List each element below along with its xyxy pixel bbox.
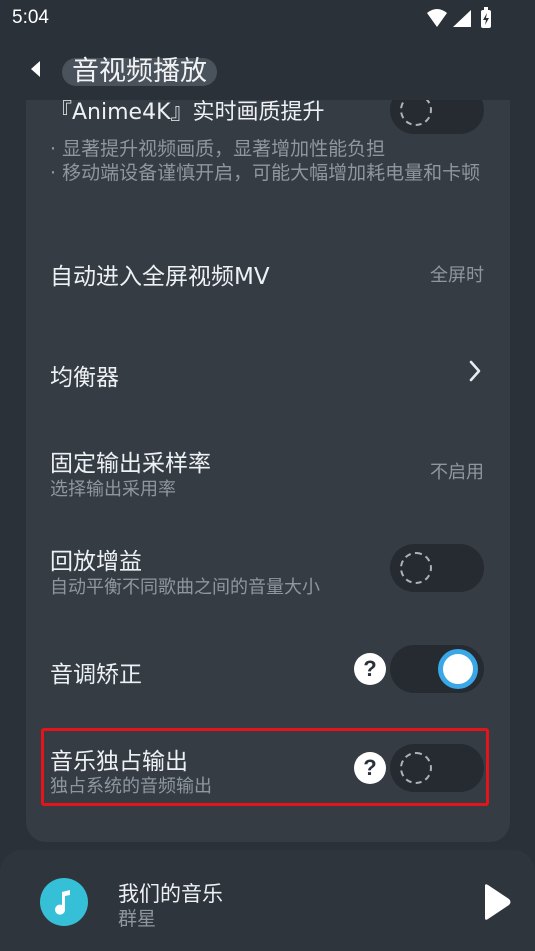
setting-anime4k-title: 『Anime4K』实时画质提升 bbox=[50, 100, 325, 125]
setting-fullscreen-mv[interactable]: 自动进入全屏视频MV 全屏时 bbox=[26, 224, 510, 318]
exclusive-output-help-icon[interactable]: ? bbox=[354, 752, 386, 784]
toggle-knob bbox=[438, 649, 478, 689]
toggle-knob bbox=[400, 752, 432, 784]
status-bar: 5:04 bbox=[0, 0, 535, 38]
pitch-correction-toggle[interactable] bbox=[390, 645, 484, 693]
setting-fullscreen-mv-value: 全屏时 bbox=[430, 265, 484, 286]
back-arrow-icon bbox=[31, 61, 40, 77]
battery-icon bbox=[481, 7, 491, 28]
setting-replay-gain-subtitle: 自动平衡不同歌曲之间的音量大小 bbox=[50, 577, 320, 598]
toggle-knob bbox=[400, 100, 432, 126]
page-title: 音视频播放 bbox=[62, 58, 217, 86]
settings-card: 『Anime4K』实时画质提升 · 显著提升视频画质，显著增加性能负担 · 移动… bbox=[26, 100, 510, 842]
setting-equalizer[interactable]: 均衡器 bbox=[26, 322, 510, 418]
setting-sample-rate[interactable]: 固定输出采样率 选择输出采用率 不启用 bbox=[26, 420, 510, 520]
setting-sample-rate-title: 固定输出采样率 bbox=[50, 451, 211, 477]
setting-exclusive-output-title: 音乐独占输出 bbox=[50, 749, 188, 775]
setting-sample-rate-subtitle: 选择输出采用率 bbox=[50, 479, 176, 500]
setting-anime4k-desc-2: · 移动端设备谨慎开启，可能大幅增加耗电量和卡顿 bbox=[50, 162, 481, 184]
status-icons bbox=[425, 7, 495, 35]
replay-gain-toggle[interactable] bbox=[390, 544, 484, 592]
signal-icon bbox=[453, 10, 471, 27]
setting-pitch-correction-title: 音调矫正 bbox=[50, 662, 142, 688]
setting-replay-gain[interactable]: 回放增益 自动平衡不同歌曲之间的音量大小 bbox=[26, 522, 510, 622]
back-button[interactable] bbox=[20, 52, 54, 86]
status-time: 5:04 bbox=[12, 7, 49, 28]
setting-sample-rate-value: 不启用 bbox=[430, 462, 484, 483]
now-playing-bar[interactable]: 我们的音乐 群星 bbox=[0, 850, 535, 951]
wifi-icon bbox=[427, 9, 447, 27]
setting-equalizer-title: 均衡器 bbox=[50, 365, 119, 391]
setting-exclusive-output-subtitle: 独占系统的音频输出 bbox=[50, 776, 212, 797]
album-art[interactable] bbox=[40, 878, 88, 926]
setting-replay-gain-title: 回放增益 bbox=[50, 549, 142, 575]
app-header: 音视频播放 bbox=[0, 38, 535, 100]
exclusive-output-toggle[interactable] bbox=[390, 744, 484, 792]
chevron-right-icon bbox=[469, 360, 481, 382]
play-button[interactable] bbox=[479, 882, 513, 926]
setting-fullscreen-mv-title: 自动进入全屏视频MV bbox=[50, 264, 270, 290]
pitch-correction-help-icon[interactable]: ? bbox=[354, 653, 386, 685]
setting-anime4k[interactable]: 『Anime4K』实时画质提升 · 显著提升视频画质，显著增加性能负担 · 移动… bbox=[26, 100, 510, 206]
now-playing-artist: 群星 bbox=[118, 908, 157, 930]
toggle-knob bbox=[400, 552, 432, 584]
setting-pitch-correction[interactable]: 音调矫正 ? bbox=[26, 622, 510, 722]
play-icon bbox=[485, 884, 511, 920]
setting-exclusive-output[interactable]: 音乐独占输出 独占系统的音频输出 ? bbox=[26, 722, 510, 822]
setting-anime4k-desc-1: · 显著提升视频画质，显著增加性能负担 bbox=[50, 138, 386, 160]
screen: 5:04 音视频播放 『Anime4K』实时画质提升 · 显著提升视频画质，显著… bbox=[0, 0, 535, 951]
music-note-icon bbox=[55, 890, 70, 915]
anime4k-toggle[interactable] bbox=[390, 100, 484, 134]
